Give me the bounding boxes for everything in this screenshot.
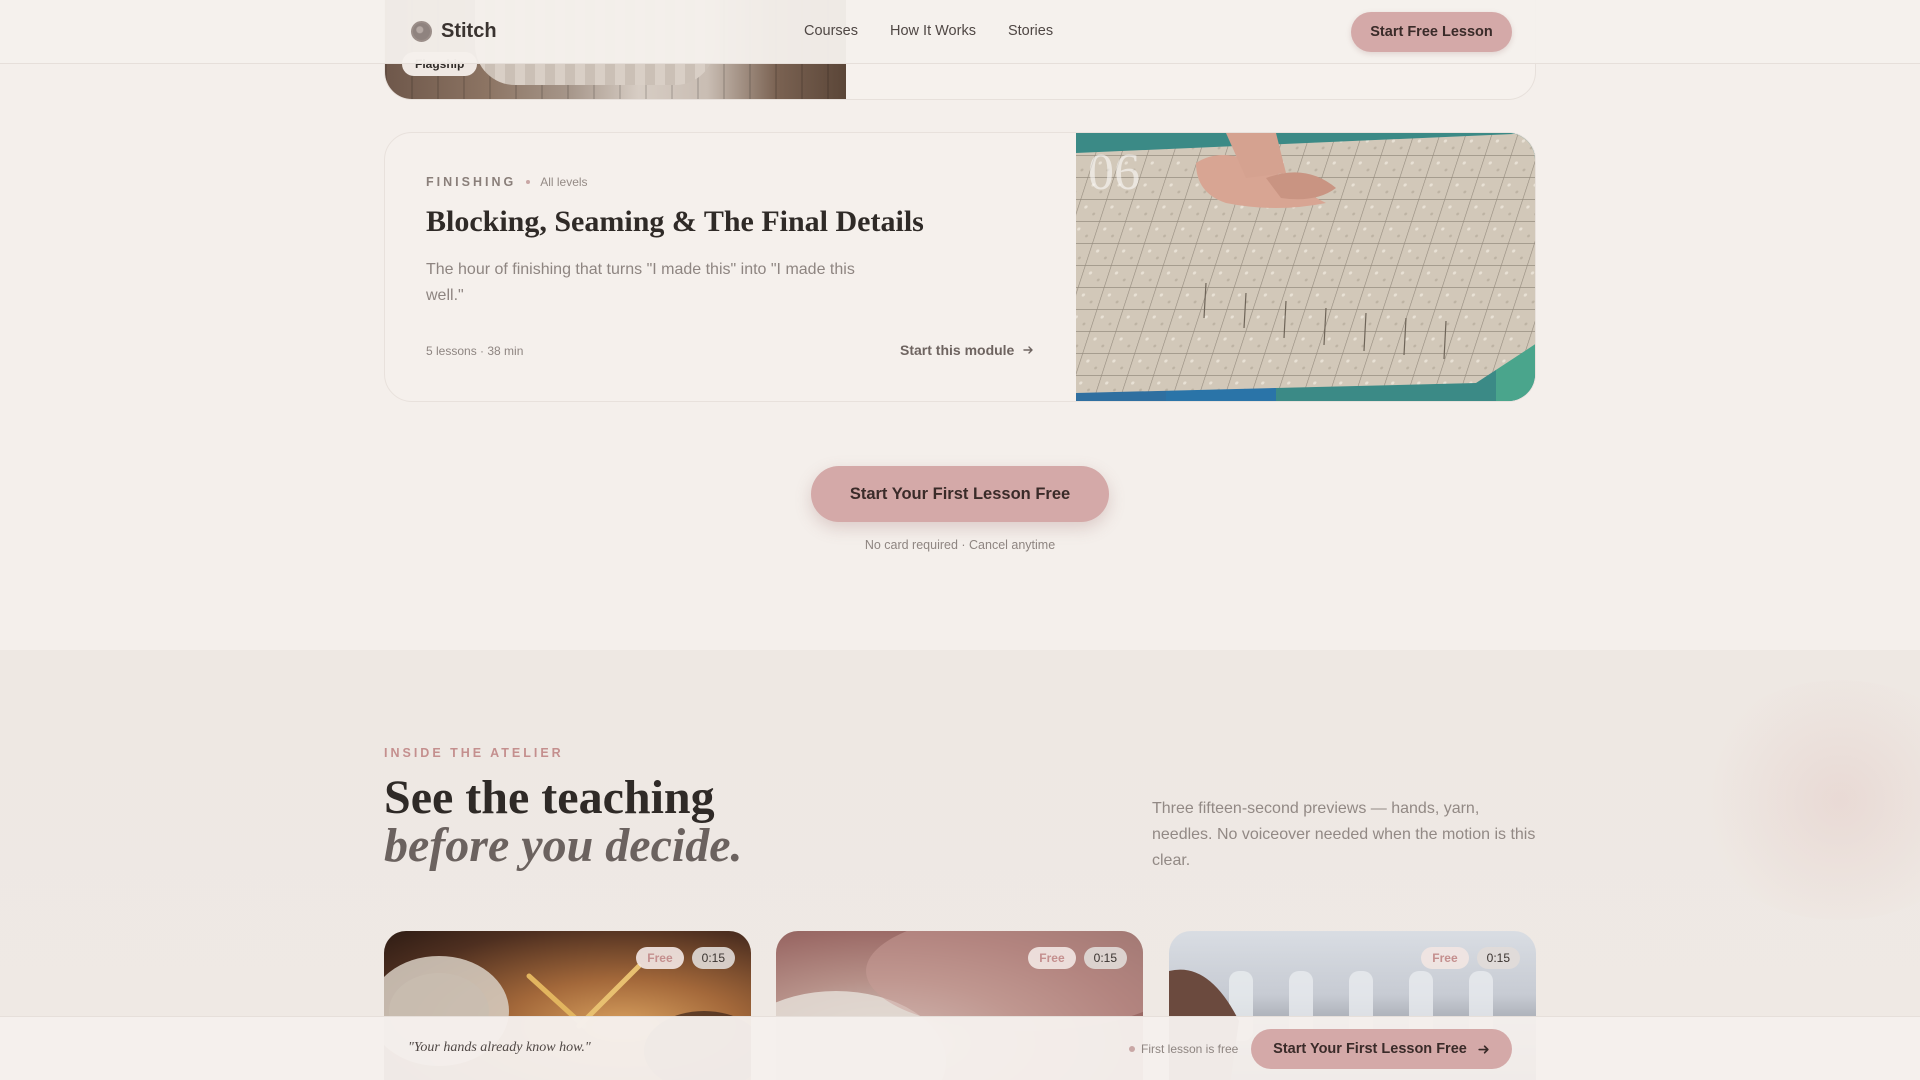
module-meta: FINISHING All levels: [426, 175, 588, 189]
free-lesson-note: First lesson is free: [1129, 1042, 1238, 1056]
module-description: The hour of finishing that turns "I made…: [426, 261, 855, 304]
cta-note: No card required · Cancel anytime: [864, 538, 1056, 552]
section-description: Three fifteen-second previews — hands, y…: [1152, 800, 1536, 869]
module-title: Blocking, Seaming & The Final Details: [426, 205, 924, 238]
preview-tags: Free 0:15: [1421, 947, 1520, 969]
meta-separator-dot: [526, 180, 531, 184]
start-module-label: Start this module: [900, 342, 1015, 358]
free-badge: Free: [1028, 947, 1076, 969]
decorative-glow: [1690, 680, 1920, 920]
top-navigation-bar: Stitch Courses How It Works Stories Star…: [0, 0, 1920, 64]
arrow-right-icon: [1478, 1044, 1489, 1054]
free-badge: Free: [636, 947, 684, 969]
nav-link-stories[interactable]: Stories: [1008, 23, 1053, 39]
section-eyebrow: INSIDE THE ATELIER: [384, 746, 564, 760]
module-stats: 5 lessons · 38 min: [426, 344, 524, 358]
bottom-cta-label: Start Your First Lesson Free: [1273, 1041, 1467, 1057]
arrow-right-icon: [1023, 346, 1034, 354]
nav-link-how-it-works[interactable]: How It Works: [890, 23, 976, 39]
start-free-lesson-button[interactable]: Start Free Lesson: [1351, 12, 1512, 52]
module-level: All levels: [540, 175, 588, 189]
duration-badge: 0:15: [691, 947, 735, 969]
bar-quote: "Your hands already know how.": [408, 1040, 591, 1055]
start-module-link[interactable]: Start this module: [900, 342, 1034, 358]
blocking-illustration: [1076, 133, 1535, 401]
bottom-start-lesson-button[interactable]: Start Your First Lesson Free: [1251, 1029, 1512, 1069]
main-nav: Courses How It Works Stories: [804, 23, 1053, 39]
headline-line-1: See the teaching: [384, 771, 715, 824]
brand-name: Stitch: [441, 20, 497, 42]
nav-link-courses[interactable]: Courses: [804, 23, 858, 39]
module-card-finishing[interactable]: FINISHING All levels Blocking, Seaming &…: [384, 132, 1536, 402]
duration-badge: 0:15: [1476, 947, 1520, 969]
section-headline: See the teaching before you decide.: [384, 774, 743, 870]
duration-badge: 0:15: [1083, 947, 1127, 969]
free-lesson-note-text: First lesson is free: [1141, 1042, 1239, 1056]
preview-tags: Free 0:15: [636, 947, 735, 969]
module-number: 06: [1088, 144, 1140, 201]
status-dot: [1129, 1046, 1135, 1052]
sticky-cta-bar: "Your hands already know how." First les…: [0, 1016, 1920, 1080]
blocking-photo: 06: [1076, 133, 1535, 401]
brand-logo[interactable]: Stitch: [411, 20, 497, 43]
start-first-lesson-button[interactable]: Start Your First Lesson Free: [811, 466, 1109, 522]
preview-tags: Free 0:15: [1028, 947, 1127, 969]
headline-line-2: before you decide.: [384, 819, 743, 872]
free-badge: Free: [1421, 947, 1469, 969]
yarn-ball-icon: [411, 21, 432, 42]
module-category: FINISHING: [426, 175, 517, 189]
